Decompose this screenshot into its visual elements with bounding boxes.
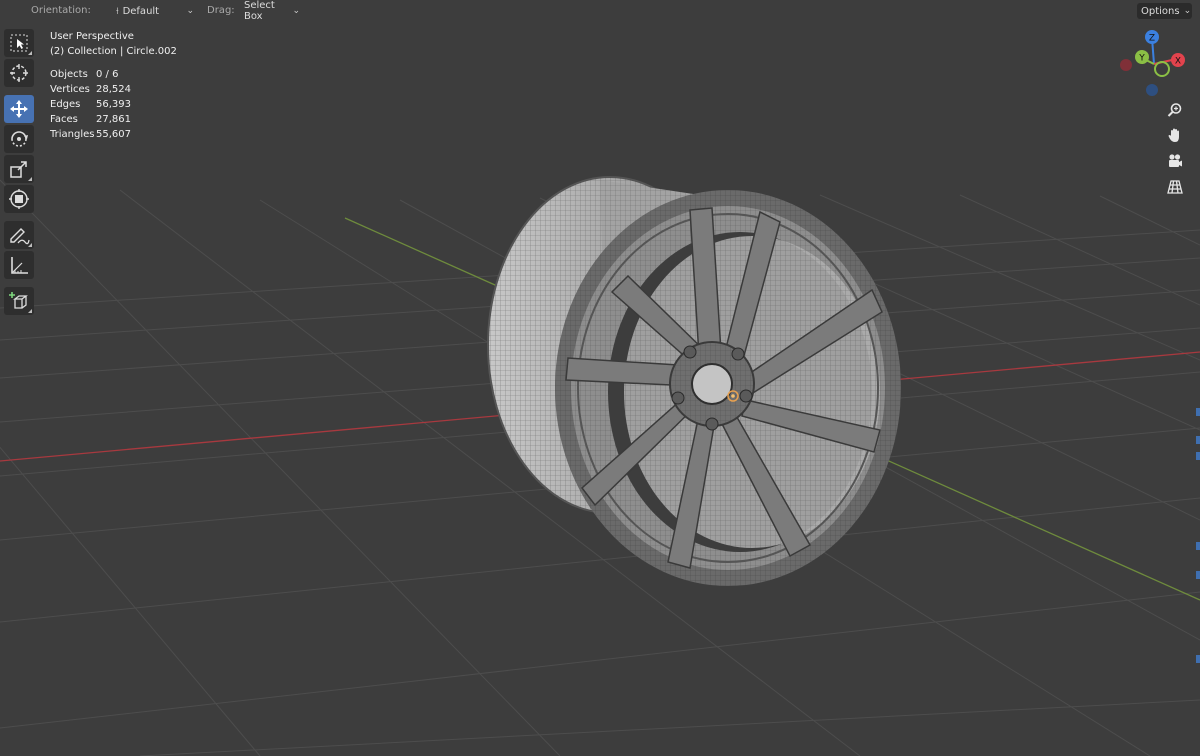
stat-label: Faces — [50, 114, 78, 125]
panel-edge-marker — [1196, 542, 1200, 550]
cursor-tool[interactable] — [4, 59, 34, 87]
cursor-icon — [10, 64, 28, 82]
chevron-down-icon: ⌄ — [1183, 6, 1192, 16]
scene-statistics: Objects 0 / 6 Vertices 28,524 Edges 56,393 … — [50, 67, 177, 142]
pan-button[interactable] — [1164, 124, 1186, 146]
scale-tool[interactable] — [4, 155, 34, 183]
stat-value: 28,524 — [96, 84, 131, 95]
axis-neg-x-handle[interactable] — [1120, 59, 1132, 71]
3d-viewport[interactable] — [0, 0, 1200, 756]
measure-tool[interactable] — [4, 251, 34, 279]
rotate-tool[interactable] — [4, 125, 34, 153]
add-cube-tool[interactable] — [4, 287, 34, 315]
axis-neg-z-handle[interactable] — [1146, 84, 1158, 96]
stat-row-objects: Objects 0 / 6 — [50, 67, 177, 82]
stat-value: 56,393 — [96, 99, 131, 110]
scale-icon — [10, 161, 27, 178]
stat-row-faces: Faces 27,861 — [50, 112, 177, 127]
camera-view-button[interactable] — [1164, 150, 1186, 172]
panel-edge-marker — [1196, 452, 1200, 460]
axis-x-label: X — [1175, 57, 1181, 67]
drag-label: Drag: — [207, 5, 235, 16]
stat-row-edges: Edges 56,393 — [50, 97, 177, 112]
transform-orientation-icon: ⟊ — [116, 5, 119, 17]
grid-view-icon — [1167, 180, 1183, 194]
zoom-button[interactable] — [1164, 99, 1186, 121]
chevron-down-icon: ⌄ — [292, 6, 300, 16]
select-box-tool[interactable] — [4, 29, 34, 57]
options-dropdown[interactable]: Options ⌄ — [1137, 3, 1192, 19]
panel-edge-marker — [1196, 571, 1200, 579]
chevron-down-icon: ⌄ — [186, 6, 194, 16]
annotate-tool[interactable] — [4, 221, 34, 249]
ortho-toggle-button[interactable] — [1164, 176, 1186, 198]
stat-label: Edges — [50, 99, 81, 110]
rotate-icon — [11, 131, 28, 147]
annotate-icon — [10, 228, 30, 245]
stat-label: Triangles — [50, 129, 95, 140]
axis-y-label: Y — [1138, 54, 1145, 64]
move-icon — [10, 100, 28, 118]
collection-name: (2) Collection | Circle.002 — [50, 46, 177, 57]
drag-value: Select Box — [244, 0, 275, 22]
select-box-icon — [10, 34, 28, 52]
transform-icon — [9, 189, 29, 209]
stat-value: 0 / 6 — [96, 69, 119, 80]
add-cube-icon — [9, 292, 28, 309]
panel-edge-marker — [1196, 655, 1200, 663]
stat-label: Vertices — [50, 84, 90, 95]
orientation-value: Default — [122, 5, 160, 17]
stat-row-vertices: Vertices 28,524 — [50, 82, 177, 97]
camera-icon — [1169, 154, 1182, 167]
axis-neg-y-handle[interactable] — [1154, 61, 1170, 77]
stat-label: Objects — [50, 69, 88, 80]
axis-z-label: Z — [1149, 34, 1155, 44]
hand-pan-icon — [1168, 128, 1179, 142]
zoom-icon — [1167, 103, 1182, 117]
viewport-info-overlay: User Perspective (2) Collection | Circle… — [50, 29, 177, 142]
tool-shelf — [4, 29, 36, 317]
measure-icon — [11, 257, 28, 274]
stat-value: 27,861 — [96, 114, 131, 125]
view-name: User Perspective — [50, 31, 134, 42]
move-tool[interactable] — [4, 95, 34, 123]
panel-edge-marker — [1196, 436, 1200, 444]
stat-row-triangles: Triangles 55,607 — [50, 127, 177, 142]
orientation-dropdown[interactable]: ⟊ Default ⌄ — [112, 3, 198, 19]
orientation-label: Orientation: — [31, 5, 91, 16]
panel-edge-marker — [1196, 408, 1200, 416]
stat-value: 55,607 — [96, 129, 131, 140]
viewport-header: Orientation: ⟊ Default ⌄ Drag: Select Bo… — [0, 0, 1200, 22]
options-label: Options — [1141, 5, 1180, 17]
transform-tool[interactable] — [4, 185, 34, 213]
navigation-gizmo[interactable]: Z X Y — [1112, 26, 1192, 100]
drag-dropdown[interactable]: Select Box ⌄ — [240, 0, 304, 22]
